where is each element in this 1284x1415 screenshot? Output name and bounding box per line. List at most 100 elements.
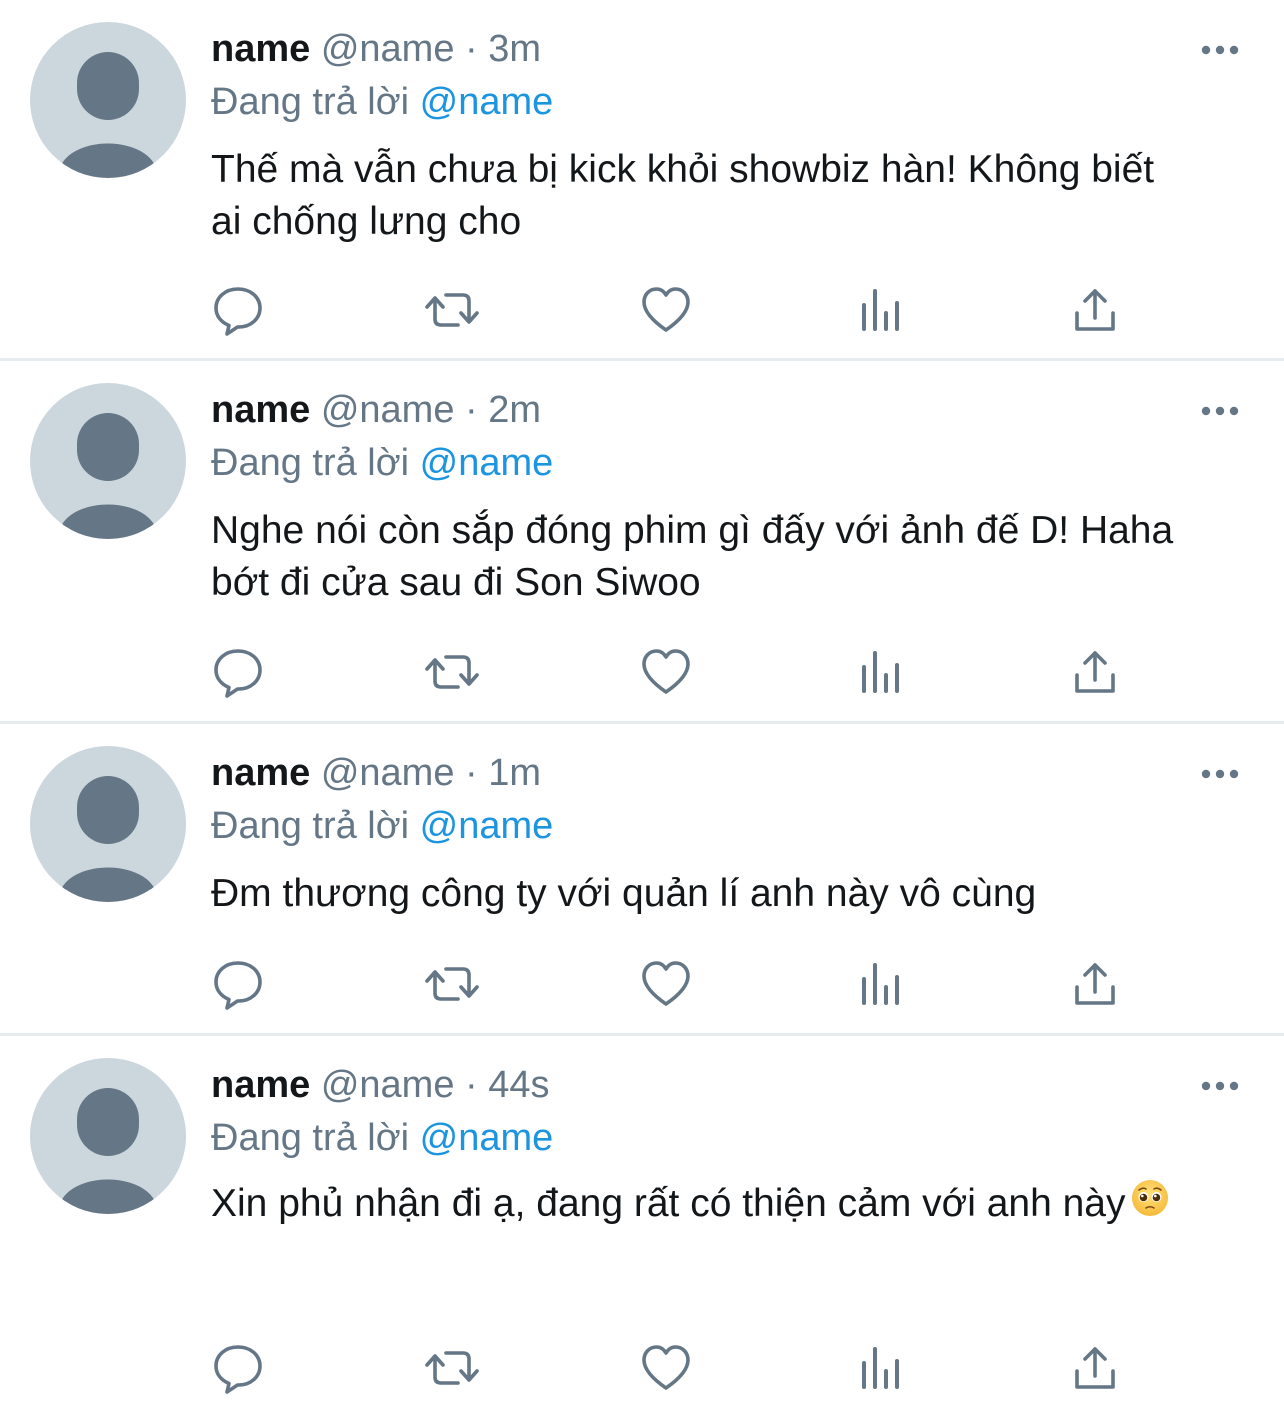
heart-icon	[642, 287, 690, 332]
share-upload-icon	[1075, 963, 1115, 1005]
tweet-header: name @name · 44s	[211, 1060, 1194, 1110]
tweet-header: name @name · 1m	[211, 748, 1194, 798]
replying-to: Đang trả lời @name	[211, 800, 1194, 852]
tweet-text: Đm thương công ty với quản lí anh này vô…	[211, 872, 1037, 915]
share-button[interactable]	[1068, 1341, 1122, 1395]
avatar[interactable]	[30, 1058, 186, 1214]
tweet-text: Nghe nói còn sắp đóng phim gì đấy với ản…	[211, 509, 1174, 604]
separator-dot: ·	[465, 752, 478, 794]
retweet-button[interactable]	[425, 957, 479, 1011]
tweet-header: name @name · 3m	[211, 24, 1194, 74]
retweet-icon	[425, 967, 479, 1001]
retweet-button[interactable]	[425, 645, 479, 699]
reply-bubble-icon	[214, 649, 262, 698]
retweet-icon	[425, 655, 479, 689]
avatar[interactable]	[30, 22, 186, 178]
replying-to: Đang trả lời @name	[211, 76, 1194, 128]
replying-to: Đang trả lời @name	[211, 1112, 1194, 1164]
tweet-text: Xin phủ nhận đi ạ, đang rất có thiện cảm…	[211, 1182, 1126, 1225]
share-button[interactable]	[1068, 283, 1122, 337]
replying-to-handle[interactable]: @name	[420, 1117, 554, 1159]
tweet-content: name @name · 2m Đang trả lời @name Nghe …	[211, 385, 1194, 609]
bar-chart-icon	[862, 1347, 899, 1389]
default-avatar-icon	[58, 776, 158, 902]
user-handle[interactable]: @name	[321, 28, 455, 70]
tweet-text-container: Xin phủ nhận đi ạ, đang rất có thiện cảm…	[211, 1172, 1194, 1238]
tweet[interactable]: name @name · 2m Đang trả lời @name Nghe …	[0, 361, 1284, 724]
like-button[interactable]	[639, 1341, 693, 1395]
replying-to-label: Đang trả lời	[211, 81, 410, 123]
heart-icon	[642, 1345, 690, 1390]
replying-to: Đang trả lời @name	[211, 437, 1194, 489]
replying-to-handle[interactable]: @name	[420, 81, 554, 123]
tweet-content: name @name · 3m Đang trả lời @name Thế m…	[211, 24, 1194, 248]
like-button[interactable]	[639, 645, 693, 699]
action-bar	[211, 1341, 1131, 1395]
more-options-button[interactable]	[1200, 754, 1240, 794]
bar-chart-icon	[862, 651, 899, 693]
reply-bubble-icon	[214, 961, 262, 1010]
tweet-text: Thế mà vẫn chưa bị kick khỏi showbiz hàn…	[211, 148, 1155, 243]
analytics-button[interactable]	[854, 957, 908, 1011]
more-options-button[interactable]	[1200, 1066, 1240, 1106]
tweet[interactable]: name @name · 1m Đang trả lời @name Đm th…	[0, 724, 1284, 1036]
action-bar	[211, 957, 1131, 1011]
tweet-content: name @name · 1m Đang trả lời @name Đm th…	[211, 748, 1194, 920]
share-upload-icon	[1075, 651, 1115, 693]
display-name[interactable]: name	[211, 389, 310, 431]
more-options-button[interactable]	[1200, 30, 1240, 70]
user-handle[interactable]: @name	[321, 1064, 455, 1106]
replying-to-label: Đang trả lời	[211, 1117, 410, 1159]
separator-dot: ·	[465, 1064, 478, 1106]
share-button[interactable]	[1068, 957, 1122, 1011]
pleading-face-emoji	[1130, 1174, 1170, 1238]
like-button[interactable]	[639, 283, 693, 337]
timestamp[interactable]: 1m	[488, 752, 541, 794]
reply-button[interactable]	[211, 957, 265, 1011]
more-options-button[interactable]	[1200, 391, 1240, 431]
avatar[interactable]	[30, 383, 186, 539]
heart-icon	[642, 649, 690, 694]
display-name[interactable]: name	[211, 752, 310, 794]
retweet-icon	[425, 293, 479, 327]
avatar[interactable]	[30, 746, 186, 902]
more-horizontal-icon	[1201, 406, 1239, 416]
reply-button[interactable]	[211, 283, 265, 337]
user-handle[interactable]: @name	[321, 389, 455, 431]
display-name[interactable]: name	[211, 1064, 310, 1106]
share-upload-icon	[1075, 1347, 1115, 1389]
analytics-button[interactable]	[854, 1341, 908, 1395]
bar-chart-icon	[862, 289, 899, 331]
analytics-button[interactable]	[854, 645, 908, 699]
reply-bubble-icon	[214, 287, 262, 336]
share-button[interactable]	[1068, 645, 1122, 699]
timestamp[interactable]: 44s	[488, 1064, 549, 1106]
tweet-header: name @name · 2m	[211, 385, 1194, 435]
timestamp[interactable]: 2m	[488, 389, 541, 431]
more-horizontal-icon	[1201, 45, 1239, 55]
replying-to-handle[interactable]: @name	[420, 442, 554, 484]
analytics-button[interactable]	[854, 283, 908, 337]
heart-icon	[642, 961, 690, 1006]
display-name[interactable]: name	[211, 28, 310, 70]
more-horizontal-icon	[1201, 1081, 1239, 1091]
like-button[interactable]	[639, 957, 693, 1011]
share-upload-icon	[1075, 289, 1115, 331]
user-handle[interactable]: @name	[321, 752, 455, 794]
replying-to-handle[interactable]: @name	[420, 805, 554, 847]
retweet-button[interactable]	[425, 283, 479, 337]
timestamp[interactable]: 3m	[488, 28, 541, 70]
replying-to-label: Đang trả lời	[211, 442, 410, 484]
reply-button[interactable]	[211, 645, 265, 699]
bar-chart-icon	[862, 963, 899, 1005]
tweet[interactable]: name @name · 3m Đang trả lời @name Thế m…	[0, 0, 1284, 361]
separator-dot: ·	[465, 28, 478, 70]
default-avatar-icon	[58, 52, 158, 178]
replying-to-label: Đang trả lời	[211, 805, 410, 847]
tweet[interactable]: name @name · 44s Đang trả lời @name Xin …	[0, 1036, 1284, 1415]
reply-feed: name @name · 3m Đang trả lời @name Thế m…	[0, 0, 1284, 1415]
reply-button[interactable]	[211, 1341, 265, 1395]
tweet-content: name @name · 44s Đang trả lời @name Xin …	[211, 1060, 1194, 1238]
default-avatar-icon	[58, 413, 158, 539]
retweet-button[interactable]	[425, 1341, 479, 1395]
